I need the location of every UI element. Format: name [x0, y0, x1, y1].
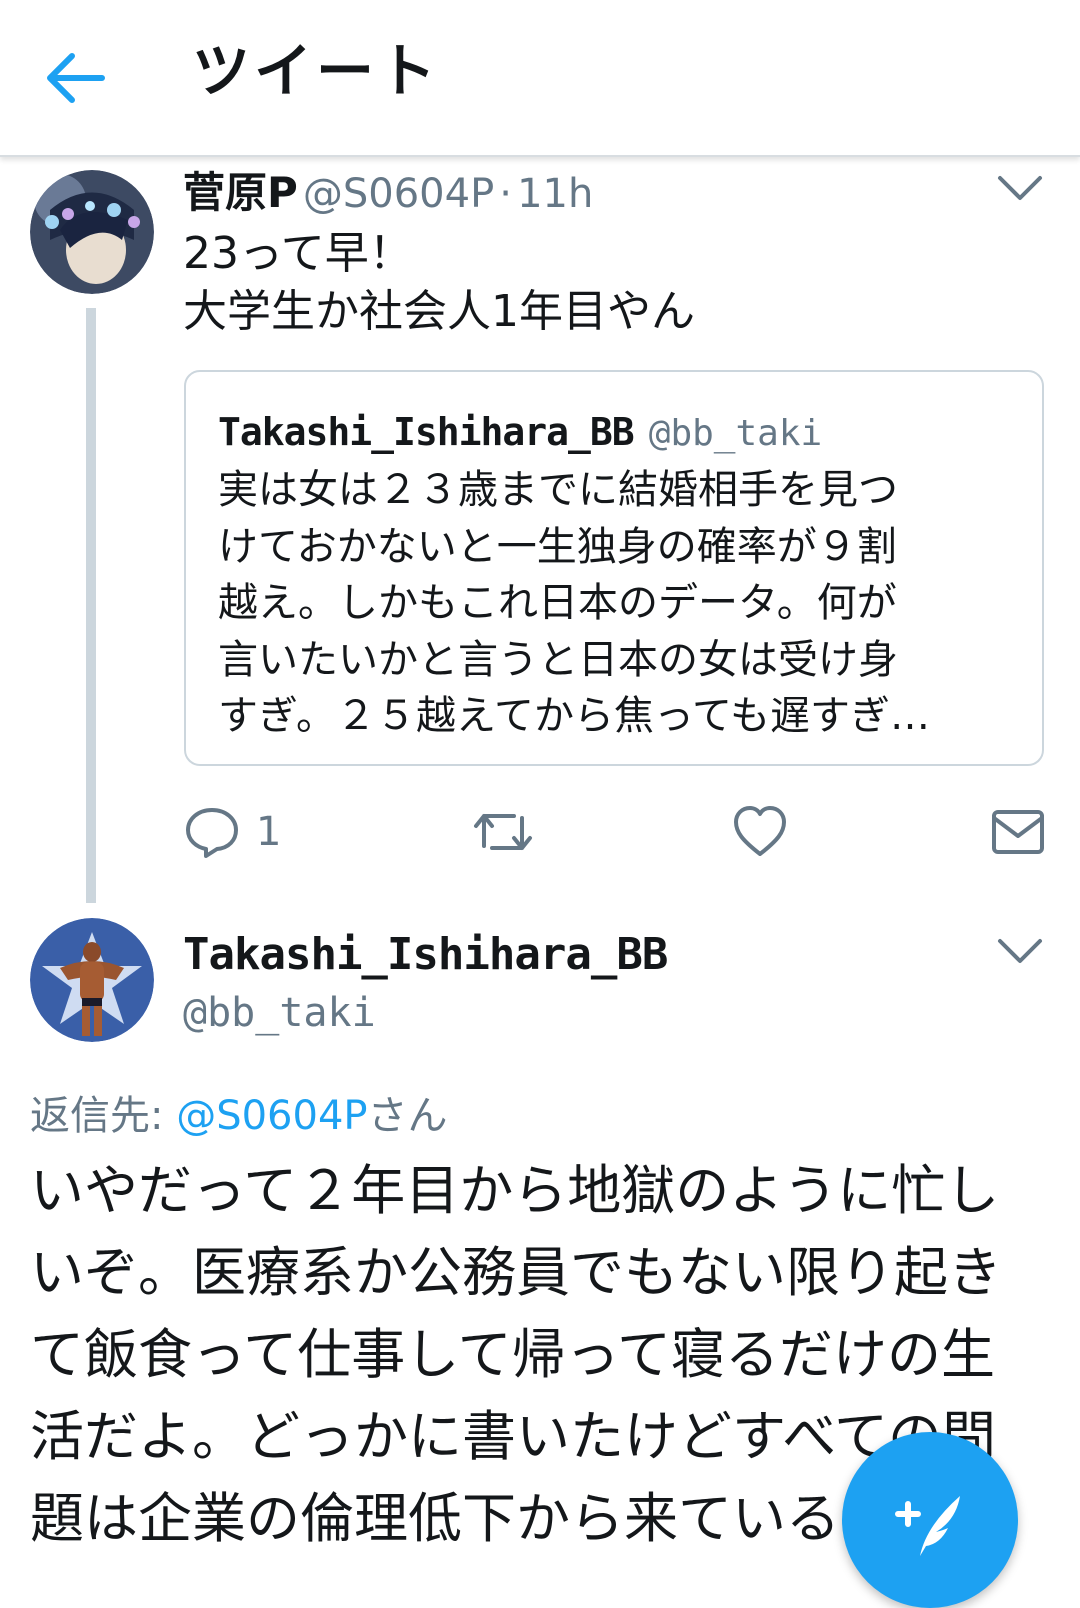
tweet-text-line: て飯食って仕事して帰って寝るだけの生 [30, 1323, 995, 1386]
quoted-text-line: けておかないと一生独身の確率が９割 [218, 523, 897, 570]
top-app-bar: ツイート [0, 0, 1080, 157]
tweet-text-line: いやだって２年目から地獄のように忙し [30, 1159, 1000, 1222]
like-button[interactable] [732, 800, 788, 864]
tweet-text-line: いぞ。医療系か公務員でもない限り起き [30, 1241, 1002, 1304]
back-button[interactable] [40, 48, 110, 108]
display-name[interactable]: Takashi_Ishihara_BB [183, 925, 668, 985]
compose-tweet-button[interactable] [842, 1432, 1018, 1608]
thread-line [86, 308, 96, 903]
avatar[interactable] [30, 918, 154, 1042]
heart-icon [734, 806, 786, 856]
reply-button[interactable]: 1 [184, 800, 281, 864]
tweet-header: 菅原P @S0604P · 11h [183, 165, 593, 221]
arrow-left-icon [47, 53, 105, 103]
separator-dot: · [499, 171, 513, 217]
retweet-icon [474, 814, 532, 850]
quoted-display-name: Takashi_Ishihara_BB [218, 410, 635, 454]
user-handle[interactable]: @bb_taki [183, 985, 376, 1041]
quoted-user-handle: @bb_taki [648, 413, 823, 454]
avatar[interactable] [30, 170, 154, 294]
reply-count: 1 [256, 809, 282, 855]
quoted-tweet[interactable]: Takashi_Ishihara_BB @bb_taki 実は女は２３歳までに結… [184, 370, 1044, 766]
tweet-text-line: 23って早！ [183, 228, 413, 279]
quoted-text-line: 実は女は２３歳までに結婚相手を見つ [218, 467, 898, 513]
tweet-actions: 1 [184, 800, 1044, 864]
quoted-text-line: 言いたいかと言うと日本の女は受け身 [218, 636, 898, 683]
retweet-button[interactable] [470, 800, 536, 864]
replying-to-suffix: さん [367, 1093, 448, 1139]
replying-to: 返信先: @S0604Pさん [30, 1088, 448, 1144]
chevron-down-icon [998, 176, 1042, 200]
replying-to-mention[interactable]: @S0604P [176, 1093, 367, 1139]
envelope-icon [992, 810, 1044, 854]
compose-tweet-icon [895, 1496, 960, 1556]
tweet-menu-button[interactable] [996, 937, 1044, 967]
reply-icon [186, 808, 238, 858]
tweet-text-line: 大学生か社会人1年目やん [183, 286, 695, 337]
display-name[interactable]: 菅原P [183, 168, 298, 217]
quoted-tweet-header: Takashi_Ishihara_BB @bb_taki [218, 406, 822, 466]
quoted-tweet-text: 実は女は２３歳までに結婚相手を見つ けておかないと一生独身の確率が９割 越え。し… [218, 462, 1018, 745]
avatar-image [30, 918, 154, 1042]
avatar-image [30, 170, 154, 294]
tweet-timestamp[interactable]: 11h [517, 171, 593, 217]
page-title: ツイート [192, 37, 441, 105]
tweet-menu-button[interactable] [996, 174, 1044, 204]
replying-to-label: 返信先: [30, 1093, 164, 1139]
quoted-text-line: すぎ。２５越えてから焦っても遅すぎ… [218, 693, 930, 739]
direct-message-button[interactable] [990, 800, 1046, 864]
quoted-text-line: 越え。しかもこれ日本のデータ。何が [218, 580, 897, 626]
tweet-text: 23って早！ 大学生か社会人1年目やん [183, 225, 1043, 341]
user-handle[interactable]: @S0604P [303, 171, 494, 217]
chevron-down-icon [998, 939, 1042, 963]
